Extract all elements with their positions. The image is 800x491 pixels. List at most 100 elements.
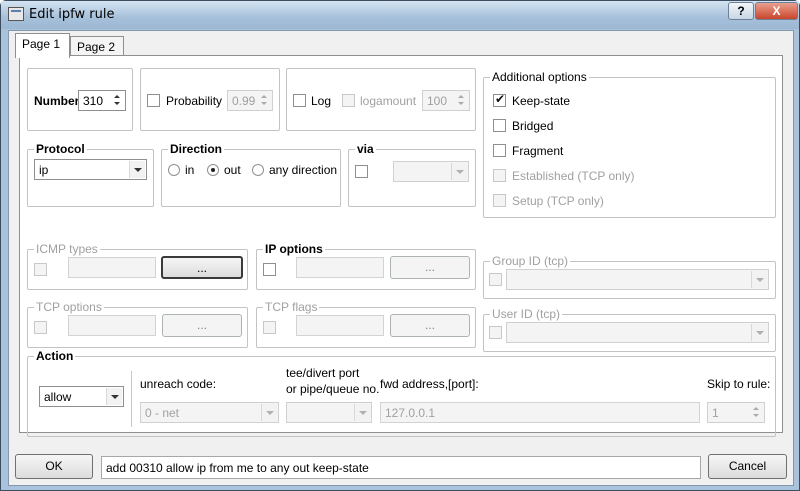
log-checkbox[interactable] xyxy=(293,94,306,107)
user-id-group: User ID (tcp) xyxy=(483,307,776,352)
tcp-flags-button[interactable]: ... xyxy=(390,314,470,337)
rule-text-field[interactable]: add 00310 allow ip from me to any out ke… xyxy=(101,456,701,479)
via-caption: via xyxy=(355,142,376,156)
direction-out-label: out xyxy=(224,163,241,177)
direction-out-radio[interactable] xyxy=(207,164,219,176)
probability-checkbox[interactable] xyxy=(147,94,160,107)
tcp-options-field[interactable] xyxy=(68,315,156,336)
chevron-down-icon[interactable] xyxy=(354,404,370,421)
probability-label: Probability xyxy=(166,94,223,108)
via-checkbox[interactable] xyxy=(355,165,368,178)
established-label: Established (TCP only) xyxy=(512,169,635,183)
group-id-group: Group ID (tcp) xyxy=(483,254,776,299)
via-select[interactable] xyxy=(393,161,469,182)
chevron-down-icon[interactable] xyxy=(451,163,467,180)
ip-options-group: IP options ... xyxy=(256,242,476,290)
additional-options-caption: Additional options xyxy=(490,70,589,84)
protocol-caption: Protocol xyxy=(34,142,87,156)
unreach-code-label: unreach code: xyxy=(140,377,217,391)
tcp-options-button[interactable]: ... xyxy=(162,314,242,337)
tcp-options-group: TCP options ... xyxy=(27,300,248,348)
direction-in-radio[interactable] xyxy=(168,164,180,176)
logamount-value: 100 xyxy=(427,94,448,108)
logamount-spinner[interactable]: 100 xyxy=(422,90,470,111)
chevron-down-icon[interactable] xyxy=(261,404,277,421)
probability-spinner[interactable]: 0.99 xyxy=(227,90,273,111)
direction-any-radio[interactable] xyxy=(252,164,264,176)
ip-options-checkbox[interactable] xyxy=(263,263,276,276)
protocol-select[interactable]: ip xyxy=(34,159,147,180)
log-group: Log logamount 100 xyxy=(286,68,476,131)
probability-value: 0.99 xyxy=(232,94,256,108)
pipe-queue-label: or pipe/queue no. xyxy=(286,382,380,396)
ok-button[interactable]: OK xyxy=(15,454,93,479)
tcp-flags-field[interactable] xyxy=(296,315,384,336)
dialog-window: Edit ipfw rule ? X Page 1 Page 2 Number … xyxy=(0,0,800,491)
direction-caption: Direction xyxy=(168,142,225,156)
unreach-code-select[interactable]: 0 - net xyxy=(140,402,279,423)
action-divider xyxy=(131,371,132,427)
group-id-caption: Group ID (tcp) xyxy=(490,254,571,268)
logamount-checkbox[interactable] xyxy=(342,94,355,107)
via-group: via xyxy=(348,142,476,207)
cancel-button[interactable]: Cancel xyxy=(708,454,787,479)
tcp-flags-caption: TCP flags xyxy=(263,300,320,314)
icmp-types-caption: ICMP types xyxy=(34,242,100,256)
action-group: Action allow unreach code: 0 - net tee/d… xyxy=(27,349,776,437)
unreach-code-value: 0 - net xyxy=(145,406,180,420)
chevron-down-icon[interactable] xyxy=(751,324,767,341)
ip-options-field[interactable] xyxy=(296,257,384,278)
help-button[interactable]: ? xyxy=(728,2,754,20)
number-value: 310 xyxy=(83,94,104,108)
group-id-select[interactable] xyxy=(506,269,769,290)
fragment-checkbox[interactable] xyxy=(493,144,506,157)
chevron-down-icon[interactable] xyxy=(129,161,145,178)
keep-state-checkbox[interactable] xyxy=(493,92,506,107)
tab-page-content: Number 310 Probability 0.99 Log logamoun… xyxy=(19,55,783,437)
setup-checkbox[interactable] xyxy=(493,194,506,207)
chevron-down-icon[interactable] xyxy=(751,271,767,288)
icmp-types-button[interactable]: ... xyxy=(161,256,243,279)
keep-state-label: Keep-state xyxy=(512,94,571,108)
tcp-flags-group: TCP flags ... xyxy=(256,300,476,348)
tab-page-1[interactable]: Page 1 xyxy=(15,33,70,58)
number-spinner[interactable]: 310 xyxy=(78,90,126,111)
skip-to-rule-spinner[interactable]: 1 xyxy=(707,402,765,423)
close-button[interactable]: X xyxy=(755,2,798,20)
direction-any-label: any direction xyxy=(269,163,338,177)
icmp-types-field[interactable] xyxy=(68,257,156,278)
number-group: Number 310 xyxy=(27,68,133,131)
user-id-checkbox[interactable] xyxy=(489,326,502,339)
probability-group: Probability 0.99 xyxy=(140,68,280,131)
ip-options-button[interactable]: ... xyxy=(390,256,470,279)
established-checkbox[interactable] xyxy=(493,169,506,182)
chevron-down-icon[interactable] xyxy=(106,388,122,405)
bridged-label: Bridged xyxy=(512,119,554,133)
tcp-flags-checkbox[interactable] xyxy=(263,321,276,334)
setup-label: Setup (TCP only) xyxy=(512,194,604,208)
fragment-label: Fragment xyxy=(512,144,564,158)
fwd-address-label: fwd address,[port]: xyxy=(380,377,479,391)
tee-divert-label: tee/divert port xyxy=(286,366,360,380)
group-id-checkbox[interactable] xyxy=(489,273,502,286)
spinner-arrows-icon[interactable] xyxy=(456,92,468,109)
user-id-caption: User ID (tcp) xyxy=(490,307,563,321)
icmp-types-group: ICMP types ... xyxy=(27,242,248,290)
spinner-arrows-icon[interactable] xyxy=(112,92,124,109)
tcp-options-checkbox[interactable] xyxy=(34,321,47,334)
action-value: allow xyxy=(44,390,72,404)
protocol-value: ip xyxy=(39,163,49,177)
tee-divert-select[interactable] xyxy=(286,402,372,423)
tcp-options-caption: TCP options xyxy=(34,300,104,314)
spinner-arrows-icon[interactable] xyxy=(751,404,763,421)
spinner-arrows-icon[interactable] xyxy=(259,92,271,109)
action-caption: Action xyxy=(34,349,76,363)
bridged-checkbox[interactable] xyxy=(493,119,506,132)
direction-in-label: in xyxy=(185,163,195,177)
window-icon xyxy=(8,7,24,21)
icmp-types-checkbox[interactable] xyxy=(34,263,47,276)
fwd-address-field[interactable]: 127.0.0.1 xyxy=(380,402,700,423)
title-bar[interactable]: Edit ipfw rule ? X xyxy=(1,1,799,29)
user-id-select[interactable] xyxy=(506,322,769,343)
action-select[interactable]: allow xyxy=(39,386,124,407)
